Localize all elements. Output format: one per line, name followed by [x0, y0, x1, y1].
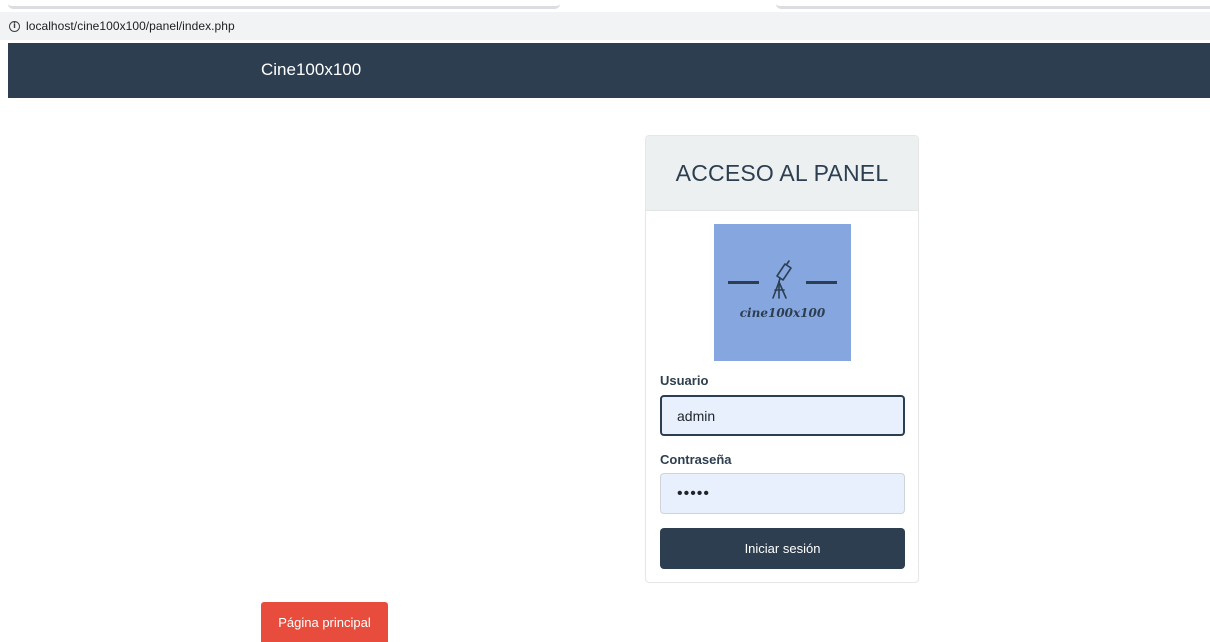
- password-input[interactable]: •••••: [660, 473, 905, 514]
- login-title: ACCESO AL PANEL: [675, 159, 889, 186]
- password-label: Contraseña: [660, 452, 732, 467]
- username-input[interactable]: admin: [660, 395, 905, 436]
- navbar-brand[interactable]: Cine100x100: [261, 60, 361, 80]
- site-logo: cine100x100: [714, 224, 851, 361]
- login-card-header: ACCESO AL PANEL: [646, 136, 918, 211]
- browser-tab[interactable]: [776, 4, 1210, 9]
- telescope-icon: [772, 260, 792, 299]
- browser-tab[interactable]: [8, 4, 560, 9]
- info-icon[interactable]: i: [9, 20, 20, 32]
- address-bar[interactable]: i localhost/cine100x100/panel/index.php: [0, 12, 1210, 40]
- logo-line-right: [806, 281, 837, 284]
- logo-text: cine100x100: [739, 306, 826, 320]
- url-text[interactable]: localhost/cine100x100/panel/index.php: [26, 19, 235, 33]
- home-page-button[interactable]: Página principal: [261, 602, 388, 642]
- top-navbar: Cine100x100: [8, 43, 1210, 98]
- login-button[interactable]: Iniciar sesión: [660, 528, 905, 569]
- logo-line-left: [728, 281, 759, 284]
- browser-tabstrip: [0, 0, 1210, 12]
- login-card: ACCESO AL PANEL cine100x100 Usuario admi…: [645, 135, 919, 583]
- username-label: Usuario: [660, 373, 709, 388]
